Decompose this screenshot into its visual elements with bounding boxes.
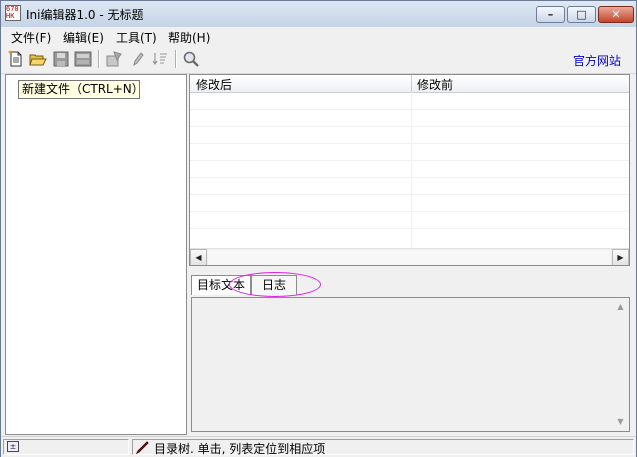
status-cell-message: 目录树. 单击, 列表定位到相应项 [132, 439, 634, 456]
tree-expand-icon: ± [7, 441, 19, 452]
minimize-button[interactable]: – [536, 6, 565, 23]
arrow-right-icon: ▶ [617, 253, 624, 262]
menu-help[interactable]: 帮助(H) [168, 29, 210, 46]
grid-header: 修改后 修改前 [190, 75, 629, 93]
grid-row-line [190, 211, 629, 212]
new-file-icon [8, 50, 22, 67]
arrow-left-icon: ◀ [195, 253, 202, 262]
grid-row-line [190, 126, 629, 127]
column-after[interactable]: 修改后 [196, 76, 232, 93]
magnifier-icon [183, 51, 199, 67]
close-button[interactable]: ✕ [598, 6, 634, 23]
status-bar: ± 目录树. 单击, 列表定位到相应项 [1, 436, 636, 457]
tooltip: 新建文件（CTRL+N） [18, 80, 144, 99]
save-all-button[interactable] [74, 50, 92, 68]
column-divider[interactable] [411, 75, 412, 92]
grid-row-line [190, 160, 629, 161]
close-icon: ✕ [611, 8, 621, 21]
add-section-icon [106, 51, 122, 67]
status-text: 目录树. 单击, 列表定位到相应项 [154, 442, 326, 456]
tab-log[interactable]: 日志 [251, 275, 297, 295]
pencil-icon [135, 441, 149, 455]
toolbar: 官方网站 [1, 47, 636, 74]
menu-edit[interactable]: 编辑(E) [63, 29, 104, 46]
new-file-button[interactable] [7, 50, 25, 68]
sort-button[interactable] [151, 50, 169, 68]
bottom-tabs: 目标文本 日志 [189, 271, 630, 297]
column-before[interactable]: 修改前 [417, 76, 453, 93]
directory-tree[interactable] [5, 74, 187, 435]
menu-bar: 文件(F) 编辑(E) 工具(T) 帮助(H) [1, 27, 636, 46]
diff-grid[interactable]: 修改后 修改前 ◀ ▶ [189, 74, 630, 266]
grid-row-line [190, 177, 629, 178]
edit-button[interactable] [128, 50, 146, 68]
save-icon [53, 51, 69, 67]
horizontal-scrollbar[interactable]: ◀ ▶ [190, 248, 629, 265]
sort-icon [152, 53, 167, 65]
tab-target-text[interactable]: 目标文本 [191, 275, 251, 295]
folder-open-icon [29, 54, 47, 66]
vertical-scrollbar[interactable]: ▲ ▼ [612, 298, 629, 431]
title-bar[interactable]: 670 HK Ini编辑器1.0 - 无标题 – □ ✕ [1, 1, 636, 28]
save-all-icon [74, 51, 92, 67]
scroll-left-button[interactable]: ◀ [190, 249, 207, 265]
arrow-down-icon: ▼ [617, 417, 624, 426]
scroll-track[interactable] [208, 250, 610, 265]
menu-tools[interactable]: 工具(T) [116, 29, 157, 46]
scroll-right-button[interactable]: ▶ [612, 249, 629, 265]
toolbar-separator [175, 50, 177, 68]
open-folder-button[interactable] [29, 50, 47, 68]
status-cell-left: ± [3, 439, 129, 455]
grid-row-line [190, 228, 629, 229]
target-text-area[interactable]: ▲ ▼ [191, 297, 630, 432]
toolbar-separator [98, 50, 100, 68]
search-button[interactable] [182, 50, 200, 68]
maximize-icon: □ [576, 8, 587, 21]
pencil-icon [133, 52, 144, 67]
add-section-button[interactable] [105, 50, 123, 68]
save-button[interactable] [52, 50, 70, 68]
grid-col-line [411, 92, 412, 249]
menu-file[interactable]: 文件(F) [11, 29, 51, 46]
scroll-down-button[interactable]: ▼ [612, 413, 629, 430]
official-site-link[interactable]: 官方网站 [573, 52, 621, 69]
grid-row-line [190, 143, 629, 144]
app-window: 670 HK Ini编辑器1.0 - 无标题 – □ ✕ 文件(F) 编辑(E)… [0, 0, 637, 457]
arrow-up-icon: ▲ [617, 302, 624, 311]
grid-row-line [190, 109, 629, 110]
maximize-button[interactable]: □ [567, 6, 596, 23]
window-title: Ini编辑器1.0 - 无标题 [26, 8, 144, 22]
scroll-up-button[interactable]: ▲ [612, 298, 629, 315]
grid-row-line [190, 194, 629, 195]
app-icon-line2: HK [6, 12, 15, 20]
minimize-icon: – [547, 8, 554, 21]
app-icon: 670 HK [5, 5, 21, 21]
